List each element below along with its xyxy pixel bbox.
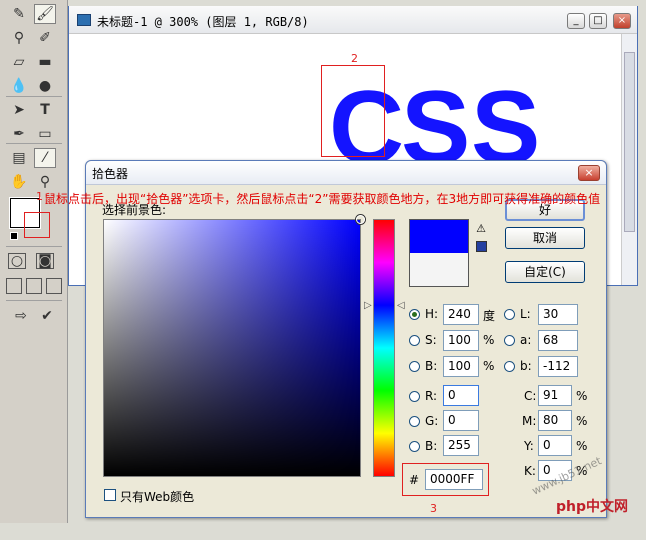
hue-slider-left-arrow[interactable]: ▷ — [364, 300, 372, 311]
dialog-title: 拾色器 — [92, 167, 129, 181]
radio-a[interactable] — [504, 335, 515, 346]
notes-tool-icon[interactable]: ▤ — [8, 148, 30, 168]
m-field[interactable]: 80 — [538, 410, 572, 431]
watermark-brand: php中文网 — [556, 499, 629, 515]
label-b-lab: b: — [520, 359, 532, 373]
old-color-swatch[interactable] — [409, 253, 469, 287]
label-y: Y: — [524, 439, 534, 453]
y-field[interactable]: 0 — [538, 435, 572, 456]
custom-colors-button[interactable]: 自定(C) — [505, 261, 585, 283]
eraser-tool-icon[interactable]: ▱ — [8, 52, 30, 72]
color-picker-cursor[interactable] — [356, 215, 365, 224]
dialog-close-button[interactable]: × — [578, 165, 600, 181]
label-h: H: — [425, 307, 439, 321]
label-a: a: — [520, 333, 532, 347]
label-m: M: — [522, 414, 537, 428]
edit-icon[interactable]: ✔ — [36, 306, 58, 326]
color-picker-dialog: 拾色器 × 选择前景色: ▷ ◁ ⚠ 好 取消 自定(C) H: 240 度 S… — [85, 160, 607, 518]
vertical-scrollbar[interactable] — [621, 34, 637, 285]
h-field[interactable]: 240 — [443, 304, 479, 325]
unit-c: % — [576, 389, 588, 403]
radio-b-rgb[interactable] — [409, 441, 420, 452]
path-select-icon[interactable]: ➤ — [8, 100, 30, 120]
label-g: G: — [425, 414, 439, 428]
dodge-tool-icon[interactable]: ● — [34, 76, 56, 96]
screen-mode-2-icon[interactable] — [26, 278, 42, 294]
label-c: C: — [524, 389, 537, 403]
radio-s[interactable] — [409, 335, 420, 346]
l-field[interactable]: 30 — [538, 304, 578, 325]
gamut-color-swatch[interactable] — [476, 241, 487, 252]
b-lab-field[interactable]: -112 — [538, 356, 578, 377]
hex-highlight-box: # 0000FF — [402, 463, 489, 496]
unit-y: % — [576, 439, 588, 453]
sample-area-box — [321, 65, 385, 157]
toolbox: ✎ 🖌 ⚲ ✐ ▱ ▬ 💧 ● ➤ T ✒ ▭ ▤ ⁄ ✋ ⚲ ○ ◙ ⇨ ✔ — [0, 0, 68, 523]
c-field[interactable]: 91 — [538, 385, 572, 406]
hue-slider[interactable] — [373, 219, 395, 477]
hex-label: # — [409, 473, 420, 487]
b-rgb-field[interactable]: 255 — [443, 435, 479, 456]
blur-tool-icon[interactable]: 💧 — [8, 76, 30, 96]
annotation-label-2: 2 — [351, 52, 358, 65]
out-of-gamut-warning-icon[interactable]: ⚠ — [475, 223, 487, 235]
document-titlebar: 未标题-1 @ 300% (图层 1, RGB/8) _ □ × — [69, 6, 637, 34]
minimize-button[interactable]: _ — [567, 13, 585, 29]
background-color-swatch[interactable] — [24, 212, 50, 238]
hue-slider-right-arrow[interactable]: ◁ — [397, 300, 405, 311]
gradient-tool-icon[interactable]: ▬ — [34, 52, 56, 72]
type-tool-icon[interactable]: T — [34, 100, 56, 120]
rectangle-tool-icon[interactable]: ▭ — [34, 124, 56, 144]
stamp-tool-icon[interactable]: ⚲ — [8, 28, 30, 48]
hand-tool-icon[interactable]: ✋ — [8, 172, 30, 192]
label-b: B: — [425, 359, 438, 373]
b-field[interactable]: 100 — [443, 356, 479, 377]
close-button[interactable]: × — [613, 13, 631, 29]
jump-to-imageready-icon[interactable]: ⇨ — [10, 306, 32, 326]
radio-l[interactable] — [504, 309, 515, 320]
label-l: L: — [520, 307, 531, 321]
annotation-label-1: 1 — [36, 190, 43, 203]
r-field[interactable]: 0 — [443, 385, 479, 406]
pen-tool-icon[interactable]: ✒ — [8, 124, 30, 144]
screen-mode-1-icon[interactable] — [6, 278, 22, 294]
unit-m: % — [576, 414, 588, 428]
pencil-tool-icon[interactable]: ✎ — [8, 4, 30, 24]
eyedropper-tool-icon[interactable]: ⁄ — [34, 148, 56, 168]
instruction-note: 鼠标点击后，出现“拾色器”选项卡，然后鼠标点击“2”需要获取颜色地方，在3地方即… — [44, 192, 601, 206]
cancel-button[interactable]: 取消 — [505, 227, 585, 249]
radio-b-lab[interactable] — [504, 361, 515, 372]
new-color-swatch — [409, 219, 469, 253]
label-s: S: — [425, 333, 437, 347]
label-k: K: — [524, 464, 536, 478]
radio-r[interactable] — [409, 391, 420, 402]
dialog-titlebar: 拾色器 × — [86, 161, 606, 185]
label-r: R: — [425, 389, 438, 403]
radio-g[interactable] — [409, 416, 420, 427]
label-b-rgb: B: — [425, 439, 438, 453]
zoom-tool-icon[interactable]: ⚲ — [34, 172, 56, 192]
web-colors-label: 只有Web颜色 — [120, 490, 195, 504]
quickmask-mode-icon[interactable]: ◙ — [36, 253, 54, 269]
brush-tool-icon[interactable]: 🖌 — [34, 4, 56, 24]
a-field[interactable]: 68 — [538, 330, 578, 351]
unit-s: % — [483, 333, 495, 347]
screen-mode-3-icon[interactable] — [46, 278, 62, 294]
default-colors-icon[interactable] — [10, 232, 18, 240]
standard-mode-icon[interactable]: ○ — [8, 253, 26, 269]
unit-h: 度 — [483, 309, 496, 323]
unit-b: % — [483, 359, 495, 373]
annotation-label-3: 3 — [430, 502, 437, 515]
saturation-brightness-field[interactable] — [103, 215, 365, 477]
s-field[interactable]: 100 — [443, 330, 479, 351]
history-brush-icon[interactable]: ✐ — [34, 28, 56, 48]
hex-field[interactable]: 0000FF — [425, 469, 483, 490]
g-field[interactable]: 0 — [443, 410, 479, 431]
web-colors-checkbox[interactable] — [104, 489, 116, 501]
maximize-button[interactable]: □ — [589, 13, 607, 29]
radio-b[interactable] — [409, 361, 420, 372]
photoshop-document-icon — [77, 14, 91, 26]
document-title: 未标题-1 @ 300% (图层 1, RGB/8) — [97, 15, 309, 29]
radio-h[interactable] — [409, 309, 420, 320]
